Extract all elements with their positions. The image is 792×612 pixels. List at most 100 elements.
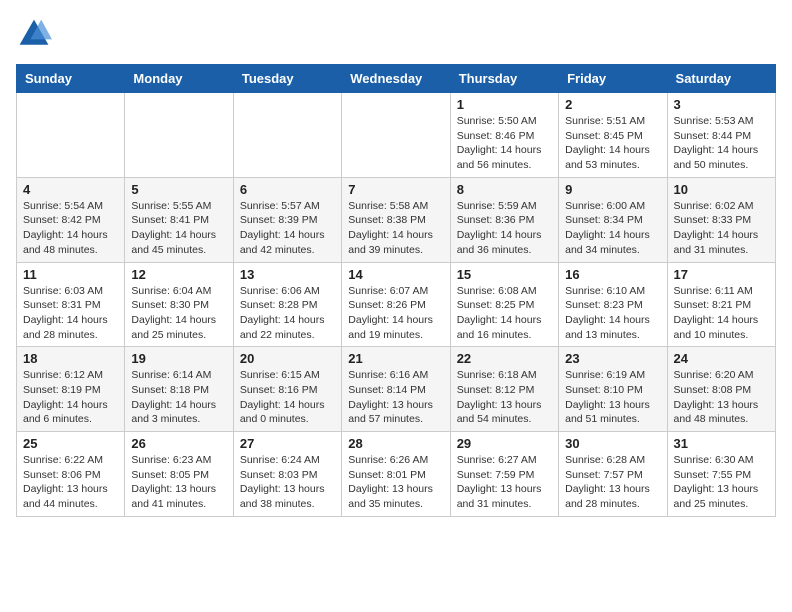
calendar-cell: 11Sunrise: 6:03 AM Sunset: 8:31 PM Dayli…	[17, 262, 125, 347]
day-number: 10	[674, 182, 769, 197]
week-row-1: 1Sunrise: 5:50 AM Sunset: 8:46 PM Daylig…	[17, 93, 776, 178]
day-number: 8	[457, 182, 552, 197]
calendar-cell: 5 Sunrise: 5:55 AM Sunset: 8:41 PM Daylig…	[125, 177, 233, 262]
day-info: Sunrise: 6:07 AM Sunset: 8:26 PM Dayligh…	[348, 284, 443, 343]
day-number: 28	[348, 436, 443, 451]
header-day-sunday: Sunday	[17, 65, 125, 93]
day-info: Sunrise: 6:11 AM Sunset: 8:21 PM Dayligh…	[674, 284, 769, 343]
calendar-cell	[233, 93, 341, 178]
day-info: Sunrise: 6:22 AM Sunset: 8:06 PM Dayligh…	[23, 453, 118, 512]
day-info: Sunrise: 5:54 AM Sunset: 8:42 PM Dayligh…	[23, 199, 118, 258]
calendar-cell: 20 Sunrise: 6:15 AM Sunset: 8:16 PM Dayli…	[233, 347, 341, 432]
day-info: Sunrise: 6:10 AM Sunset: 8:23 PM Dayligh…	[565, 284, 660, 343]
day-info: Sunrise: 5:53 AM Sunset: 8:44 PM Dayligh…	[674, 114, 769, 173]
calendar-cell: 8 Sunrise: 5:59 AM Sunset: 8:36 PM Daylig…	[450, 177, 558, 262]
header-day-wednesday: Wednesday	[342, 65, 450, 93]
calendar-cell: 18 Sunrise: 6:12 AM Sunset: 8:19 PM Dayli…	[17, 347, 125, 432]
day-info: Sunrise: 6:14 AM Sunset: 8:18 PM Dayligh…	[131, 368, 226, 427]
day-info: Sunrise: 6:30 AM Sunset: 7:55 PM Dayligh…	[674, 453, 769, 512]
calendar-cell: 28Sunrise: 6:26 AM Sunset: 8:01 PM Dayli…	[342, 432, 450, 517]
calendar-cell: 27Sunrise: 6:24 AM Sunset: 8:03 PM Dayli…	[233, 432, 341, 517]
day-number: 31	[674, 436, 769, 451]
calendar-cell: 30 Sunrise: 6:28 AM Sunset: 7:57 PM Dayli…	[559, 432, 667, 517]
day-info: Sunrise: 6:27 AM Sunset: 7:59 PM Dayligh…	[457, 453, 552, 512]
calendar-cell: 22 Sunrise: 6:18 AM Sunset: 8:12 PM Dayli…	[450, 347, 558, 432]
calendar-cell	[125, 93, 233, 178]
day-number: 7	[348, 182, 443, 197]
calendar-cell: 15Sunrise: 6:08 AM Sunset: 8:25 PM Dayli…	[450, 262, 558, 347]
calendar-cell: 14 Sunrise: 6:07 AM Sunset: 8:26 PM Dayli…	[342, 262, 450, 347]
week-row-4: 18 Sunrise: 6:12 AM Sunset: 8:19 PM Dayli…	[17, 347, 776, 432]
day-number: 17	[674, 267, 769, 282]
day-info: Sunrise: 5:59 AM Sunset: 8:36 PM Dayligh…	[457, 199, 552, 258]
calendar-cell: 4 Sunrise: 5:54 AM Sunset: 8:42 PM Daylig…	[17, 177, 125, 262]
calendar-cell: 21 Sunrise: 6:16 AM Sunset: 8:14 PM Dayli…	[342, 347, 450, 432]
day-info: Sunrise: 6:28 AM Sunset: 7:57 PM Dayligh…	[565, 453, 660, 512]
day-number: 13	[240, 267, 335, 282]
calendar-cell: 1Sunrise: 5:50 AM Sunset: 8:46 PM Daylig…	[450, 93, 558, 178]
day-number: 9	[565, 182, 660, 197]
week-row-2: 4 Sunrise: 5:54 AM Sunset: 8:42 PM Daylig…	[17, 177, 776, 262]
calendar-cell: 10 Sunrise: 6:02 AM Sunset: 8:33 PM Dayli…	[667, 177, 775, 262]
day-number: 14	[348, 267, 443, 282]
logo-icon	[16, 16, 52, 52]
logo	[16, 16, 56, 52]
day-number: 26	[131, 436, 226, 451]
header-day-thursday: Thursday	[450, 65, 558, 93]
day-number: 18	[23, 351, 118, 366]
day-number: 25	[23, 436, 118, 451]
calendar-cell: 25 Sunrise: 6:22 AM Sunset: 8:06 PM Dayli…	[17, 432, 125, 517]
calendar-body: 1Sunrise: 5:50 AM Sunset: 8:46 PM Daylig…	[17, 93, 776, 517]
day-number: 30	[565, 436, 660, 451]
calendar-cell: 7 Sunrise: 5:58 AM Sunset: 8:38 PM Daylig…	[342, 177, 450, 262]
day-info: Sunrise: 6:06 AM Sunset: 8:28 PM Dayligh…	[240, 284, 335, 343]
calendar-cell: 9 Sunrise: 6:00 AM Sunset: 8:34 PM Daylig…	[559, 177, 667, 262]
day-number: 27	[240, 436, 335, 451]
calendar-table: SundayMondayTuesdayWednesdayThursdayFrid…	[16, 64, 776, 517]
day-number: 21	[348, 351, 443, 366]
day-info: Sunrise: 6:04 AM Sunset: 8:30 PM Dayligh…	[131, 284, 226, 343]
day-info: Sunrise: 5:58 AM Sunset: 8:38 PM Dayligh…	[348, 199, 443, 258]
day-number: 19	[131, 351, 226, 366]
day-info: Sunrise: 5:55 AM Sunset: 8:41 PM Dayligh…	[131, 199, 226, 258]
header-row: SundayMondayTuesdayWednesdayThursdayFrid…	[17, 65, 776, 93]
day-info: Sunrise: 6:23 AM Sunset: 8:05 PM Dayligh…	[131, 453, 226, 512]
calendar-cell: 17 Sunrise: 6:11 AM Sunset: 8:21 PM Dayli…	[667, 262, 775, 347]
day-number: 4	[23, 182, 118, 197]
day-info: Sunrise: 6:08 AM Sunset: 8:25 PM Dayligh…	[457, 284, 552, 343]
day-number: 16	[565, 267, 660, 282]
day-number: 29	[457, 436, 552, 451]
day-info: Sunrise: 6:19 AM Sunset: 8:10 PM Dayligh…	[565, 368, 660, 427]
page-header	[16, 16, 776, 52]
day-info: Sunrise: 6:03 AM Sunset: 8:31 PM Dayligh…	[23, 284, 118, 343]
day-info: Sunrise: 6:16 AM Sunset: 8:14 PM Dayligh…	[348, 368, 443, 427]
day-number: 3	[674, 97, 769, 112]
calendar-cell	[17, 93, 125, 178]
calendar-cell: 23Sunrise: 6:19 AM Sunset: 8:10 PM Dayli…	[559, 347, 667, 432]
day-number: 22	[457, 351, 552, 366]
day-info: Sunrise: 6:20 AM Sunset: 8:08 PM Dayligh…	[674, 368, 769, 427]
day-number: 2	[565, 97, 660, 112]
day-number: 12	[131, 267, 226, 282]
calendar-cell: 24 Sunrise: 6:20 AM Sunset: 8:08 PM Dayli…	[667, 347, 775, 432]
day-info: Sunrise: 6:12 AM Sunset: 8:19 PM Dayligh…	[23, 368, 118, 427]
day-info: Sunrise: 6:02 AM Sunset: 8:33 PM Dayligh…	[674, 199, 769, 258]
day-number: 5	[131, 182, 226, 197]
day-number: 20	[240, 351, 335, 366]
calendar-cell: 19 Sunrise: 6:14 AM Sunset: 8:18 PM Dayli…	[125, 347, 233, 432]
day-number: 6	[240, 182, 335, 197]
calendar-cell: 12 Sunrise: 6:04 AM Sunset: 8:30 PM Dayli…	[125, 262, 233, 347]
week-row-3: 11Sunrise: 6:03 AM Sunset: 8:31 PM Dayli…	[17, 262, 776, 347]
day-info: Sunrise: 5:57 AM Sunset: 8:39 PM Dayligh…	[240, 199, 335, 258]
week-row-5: 25 Sunrise: 6:22 AM Sunset: 8:06 PM Dayli…	[17, 432, 776, 517]
header-day-friday: Friday	[559, 65, 667, 93]
calendar-cell: 2Sunrise: 5:51 AM Sunset: 8:45 PM Daylig…	[559, 93, 667, 178]
day-info: Sunrise: 6:15 AM Sunset: 8:16 PM Dayligh…	[240, 368, 335, 427]
calendar-cell: 29 Sunrise: 6:27 AM Sunset: 7:59 PM Dayli…	[450, 432, 558, 517]
calendar-cell: 31 Sunrise: 6:30 AM Sunset: 7:55 PM Dayli…	[667, 432, 775, 517]
calendar-cell: 13 Sunrise: 6:06 AM Sunset: 8:28 PM Dayli…	[233, 262, 341, 347]
day-info: Sunrise: 6:00 AM Sunset: 8:34 PM Dayligh…	[565, 199, 660, 258]
calendar-cell: 26 Sunrise: 6:23 AM Sunset: 8:05 PM Dayli…	[125, 432, 233, 517]
day-info: Sunrise: 6:18 AM Sunset: 8:12 PM Dayligh…	[457, 368, 552, 427]
day-number: 24	[674, 351, 769, 366]
